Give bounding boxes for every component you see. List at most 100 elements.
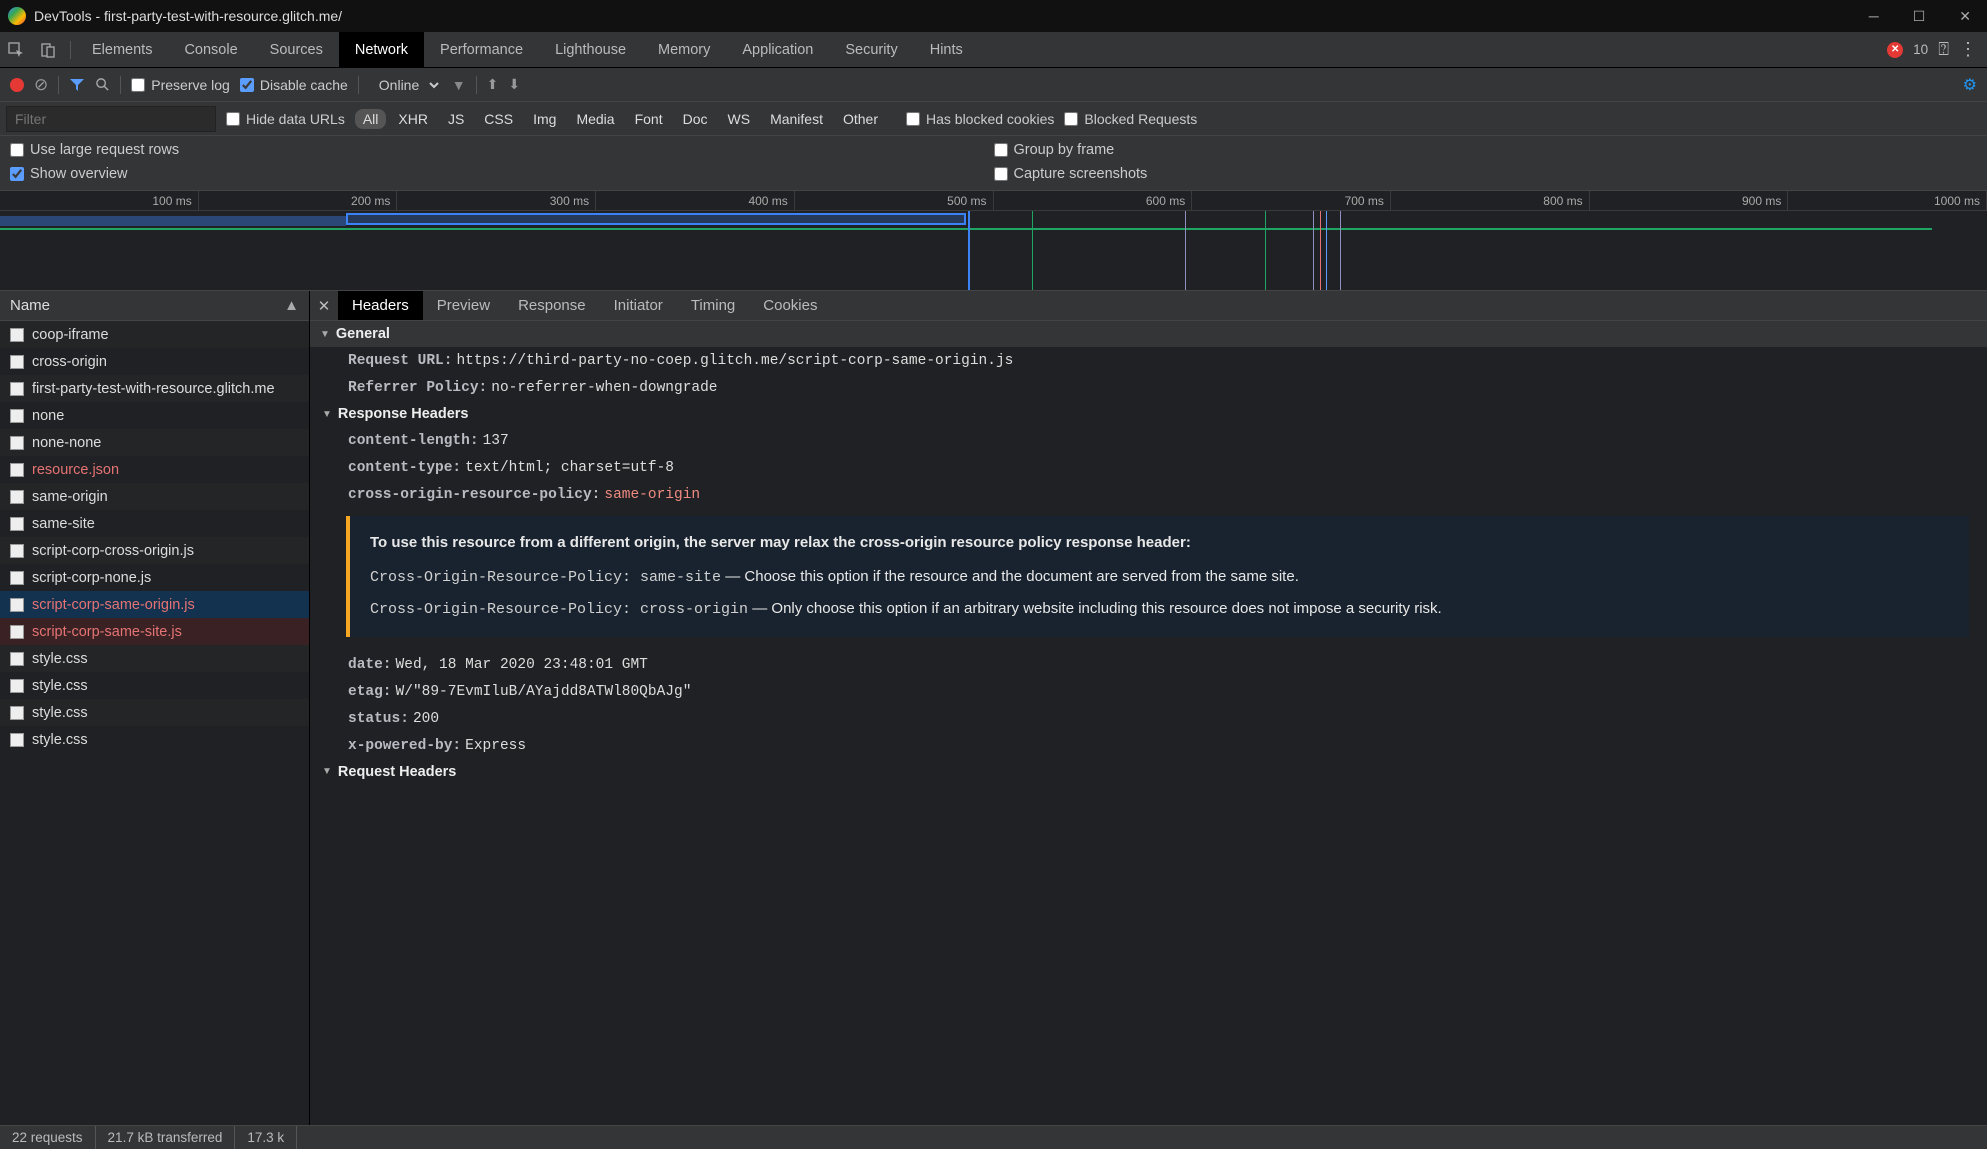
request-row[interactable]: same-origin <box>0 483 309 510</box>
timeline-tick: 900 ms <box>1590 191 1789 210</box>
device-toolbar-icon[interactable] <box>32 42 64 58</box>
request-url-key: Request URL: <box>348 353 452 369</box>
hide-data-urls-checkbox[interactable]: Hide data URLs <box>226 111 345 127</box>
settings-gear-icon[interactable]: ⚙ <box>1963 75 1977 95</box>
filter-bar: Hide data URLs AllXHRJSCSSImgMediaFontDo… <box>0 102 1987 136</box>
request-row[interactable]: style.css <box>0 645 309 672</box>
timeline-event <box>1320 211 1321 290</box>
request-name: same-origin <box>32 489 108 505</box>
status-requests: 22 requests <box>0 1126 96 1149</box>
detail-tab-initiator[interactable]: Initiator <box>600 291 677 320</box>
show-overview-checkbox[interactable]: Show overview <box>10 166 994 182</box>
group-by-frame-checkbox[interactable]: Group by frame <box>994 142 1978 158</box>
tab-lighthouse[interactable]: Lighthouse <box>539 32 642 67</box>
error-badge-icon[interactable]: ✕ <box>1887 42 1903 58</box>
timeline-tick: 1000 ms <box>1788 191 1987 210</box>
request-row[interactable]: script-corp-cross-origin.js <box>0 537 309 564</box>
type-filter-font[interactable]: Font <box>627 109 671 129</box>
request-name: script-corp-same-origin.js <box>32 597 195 613</box>
status-transferred: 21.7 kB transferred <box>96 1126 236 1149</box>
type-filter-other[interactable]: Other <box>835 109 886 129</box>
close-detail-icon[interactable]: ✕ <box>310 297 338 315</box>
detail-tab-cookies[interactable]: Cookies <box>749 291 831 320</box>
account-icon[interactable]: ⍰ <box>1938 39 1949 60</box>
inspect-element-icon[interactable] <box>0 42 32 58</box>
tab-console[interactable]: Console <box>168 32 253 67</box>
request-name: none <box>32 408 64 424</box>
request-name: style.css <box>32 705 88 721</box>
type-filter-media[interactable]: Media <box>568 109 622 129</box>
timeline-event <box>1185 211 1186 290</box>
request-row[interactable]: style.css <box>0 672 309 699</box>
timeline-tick: 700 ms <box>1192 191 1391 210</box>
detail-tab-preview[interactable]: Preview <box>423 291 504 320</box>
filter-icon[interactable] <box>69 77 85 93</box>
error-count[interactable]: 10 <box>1913 42 1928 57</box>
record-button[interactable] <box>10 78 24 92</box>
tab-network[interactable]: Network <box>339 32 424 67</box>
timeline-selection[interactable] <box>346 213 966 225</box>
type-filter-js[interactable]: JS <box>440 109 472 129</box>
request-row[interactable]: cross-origin <box>0 348 309 375</box>
request-row[interactable]: coop-iframe <box>0 321 309 348</box>
request-row[interactable]: first-party-test-with-resource.glitch.me <box>0 375 309 402</box>
name-column-header[interactable]: Name▲ <box>0 291 309 321</box>
request-row[interactable]: resource.json <box>0 456 309 483</box>
file-icon <box>10 355 24 369</box>
status-resources: 17.3 k <box>235 1126 297 1149</box>
timeline-tick: 800 ms <box>1391 191 1590 210</box>
filter-input[interactable] <box>6 106 216 132</box>
tab-elements[interactable]: Elements <box>76 32 168 67</box>
request-row[interactable]: script-corp-none.js <box>0 564 309 591</box>
tab-performance[interactable]: Performance <box>424 32 539 67</box>
timeline-selection-left[interactable] <box>0 216 346 226</box>
request-name: resource.json <box>32 462 119 478</box>
timeline-tick: 400 ms <box>596 191 795 210</box>
request-row[interactable]: style.css <box>0 699 309 726</box>
response-headers-section-header[interactable]: ▼Response Headers <box>310 401 1987 427</box>
minimize-button[interactable]: ─ <box>1861 4 1887 29</box>
capture-screenshots-checkbox[interactable]: Capture screenshots <box>994 166 1978 182</box>
preserve-log-checkbox[interactable]: Preserve log <box>131 77 230 93</box>
disable-cache-checkbox[interactable]: Disable cache <box>240 77 348 93</box>
maximize-button[interactable]: ☐ <box>1905 4 1934 29</box>
throttling-select[interactable]: Online <box>369 74 442 96</box>
upload-har-icon[interactable]: ⬆ <box>487 76 499 93</box>
has-blocked-cookies-checkbox[interactable]: Has blocked cookies <box>906 111 1054 127</box>
large-rows-checkbox[interactable]: Use large request rows <box>10 142 994 158</box>
tab-hints[interactable]: Hints <box>914 32 979 67</box>
request-row[interactable]: script-corp-same-site.js <box>0 618 309 645</box>
tab-memory[interactable]: Memory <box>642 32 726 67</box>
request-row[interactable]: style.css <box>0 726 309 753</box>
detail-tab-response[interactable]: Response <box>504 291 600 320</box>
tab-application[interactable]: Application <box>726 32 829 67</box>
download-har-icon[interactable]: ⬇ <box>508 76 520 93</box>
search-icon[interactable] <box>95 77 110 92</box>
type-filter-img[interactable]: Img <box>525 109 564 129</box>
timeline-event <box>1326 211 1327 290</box>
request-row[interactable]: same-site <box>0 510 309 537</box>
more-menu-icon[interactable]: ⋮ <box>1959 39 1977 60</box>
tab-sources[interactable]: Sources <box>254 32 339 67</box>
request-name: coop-iframe <box>32 327 109 343</box>
request-row[interactable]: script-corp-same-origin.js <box>0 591 309 618</box>
type-filter-ws[interactable]: WS <box>720 109 759 129</box>
request-url-value: https://third-party-no-coep.glitch.me/sc… <box>456 353 1013 369</box>
request-headers-section-header[interactable]: ▼Request Headers <box>310 759 1987 785</box>
general-section-header[interactable]: ▼General <box>310 321 1987 347</box>
request-name: style.css <box>32 651 88 667</box>
close-button[interactable]: ✕ <box>1951 4 1979 29</box>
timeline-overview[interactable]: 100 ms200 ms300 ms400 ms500 ms600 ms700 … <box>0 191 1987 291</box>
type-filter-manifest[interactable]: Manifest <box>762 109 831 129</box>
type-filter-all[interactable]: All <box>355 109 387 129</box>
tab-security[interactable]: Security <box>829 32 913 67</box>
detail-tab-headers[interactable]: Headers <box>338 291 423 320</box>
blocked-requests-checkbox[interactable]: Blocked Requests <box>1064 111 1197 127</box>
type-filter-doc[interactable]: Doc <box>675 109 716 129</box>
clear-icon[interactable]: ⊘ <box>34 75 48 95</box>
detail-tab-timing[interactable]: Timing <box>677 291 749 320</box>
type-filter-xhr[interactable]: XHR <box>390 109 436 129</box>
type-filter-css[interactable]: CSS <box>476 109 521 129</box>
request-row[interactable]: none <box>0 402 309 429</box>
request-row[interactable]: none-none <box>0 429 309 456</box>
